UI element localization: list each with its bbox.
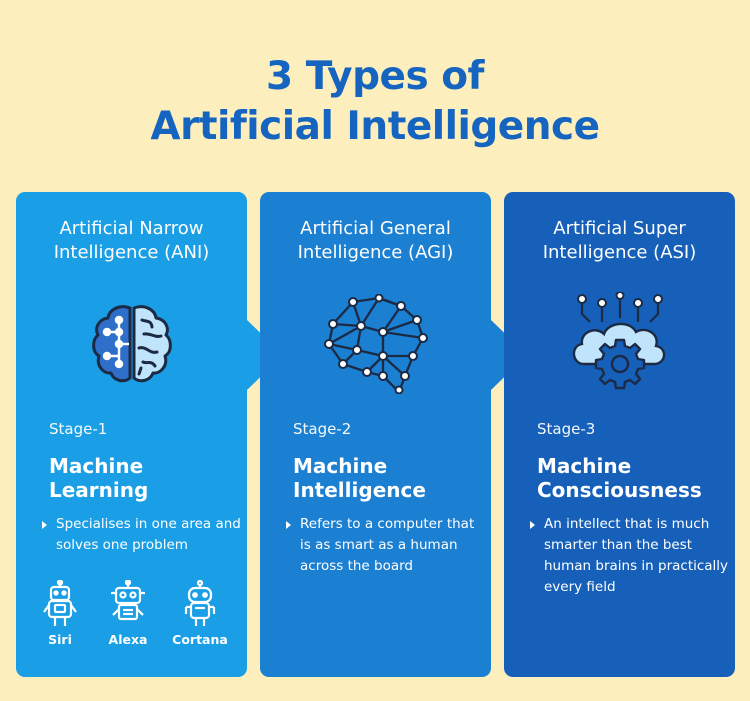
title-line-1: 3 Types of bbox=[265, 54, 485, 99]
stage-name-line-1: Machine bbox=[293, 454, 388, 478]
assistant-label: Alexa bbox=[108, 632, 148, 647]
card-ani: Artificial Narrow Intelligence (ANI) Sta… bbox=[16, 192, 247, 677]
robot-icon bbox=[111, 580, 145, 621]
card-asi: Artificial Super Intelligence (ASI) Stag… bbox=[504, 192, 735, 677]
card-agi: Artificial General Intelligence (AGI) St… bbox=[260, 192, 491, 677]
card-title-line-2: Intelligence (AGI) bbox=[297, 242, 454, 263]
stage-name-line-2: Intelligence bbox=[293, 478, 426, 502]
page-title: 3 Types of Artificial Intelligence bbox=[0, 52, 750, 152]
stage-name-line-1: Machine bbox=[537, 454, 632, 478]
card-title: Artificial General Intelligence (AGI) bbox=[260, 217, 491, 265]
stage-name-line-2: Consciousness bbox=[537, 478, 702, 502]
stage-name: Machine Learning bbox=[49, 454, 148, 502]
card-description: An intellect that is much smarter than t… bbox=[530, 514, 729, 598]
neural-network-brain-icon bbox=[323, 294, 428, 394]
card-title-line-1: Artificial General bbox=[300, 218, 451, 239]
assistant-cortana: Cortana bbox=[168, 580, 232, 647]
robot-icon bbox=[43, 580, 77, 626]
stage-label: Stage-3 bbox=[537, 420, 596, 438]
stage-label: Stage-2 bbox=[293, 420, 352, 438]
assistant-examples: Siri Alexa Cortana bbox=[16, 580, 247, 670]
card-description: Refers to a computer that is as smart as… bbox=[286, 514, 485, 577]
stage-label: Stage-1 bbox=[49, 420, 108, 438]
card-title-line-2: Intelligence (ASI) bbox=[542, 242, 697, 263]
assistant-alexa: Alexa bbox=[96, 580, 160, 647]
stage-name: Machine Consciousness bbox=[537, 454, 702, 502]
card-title: Artificial Narrow Intelligence (ANI) bbox=[16, 217, 247, 265]
cloud-gear-icon bbox=[572, 292, 665, 390]
card-title: Artificial Super Intelligence (ASI) bbox=[504, 217, 735, 265]
robot-icon bbox=[184, 580, 216, 626]
assistant-label: Cortana bbox=[172, 632, 228, 647]
card-title-line-2: Intelligence (ANI) bbox=[53, 242, 210, 263]
card-title-line-1: Artificial Super bbox=[553, 218, 686, 239]
card-description: Specialises in one area and solves one p… bbox=[42, 514, 241, 556]
brain-circuit-icon bbox=[91, 305, 172, 383]
stage-name-line-1: Machine bbox=[49, 454, 144, 478]
assistant-label: Siri bbox=[48, 632, 72, 647]
assistant-siri: Siri bbox=[28, 580, 92, 647]
stage-name: Machine Intelligence bbox=[293, 454, 426, 502]
stage-name-line-2: Learning bbox=[49, 478, 149, 502]
card-title-line-1: Artificial Narrow bbox=[59, 218, 204, 239]
title-line-2: Artificial Intelligence bbox=[150, 104, 600, 149]
